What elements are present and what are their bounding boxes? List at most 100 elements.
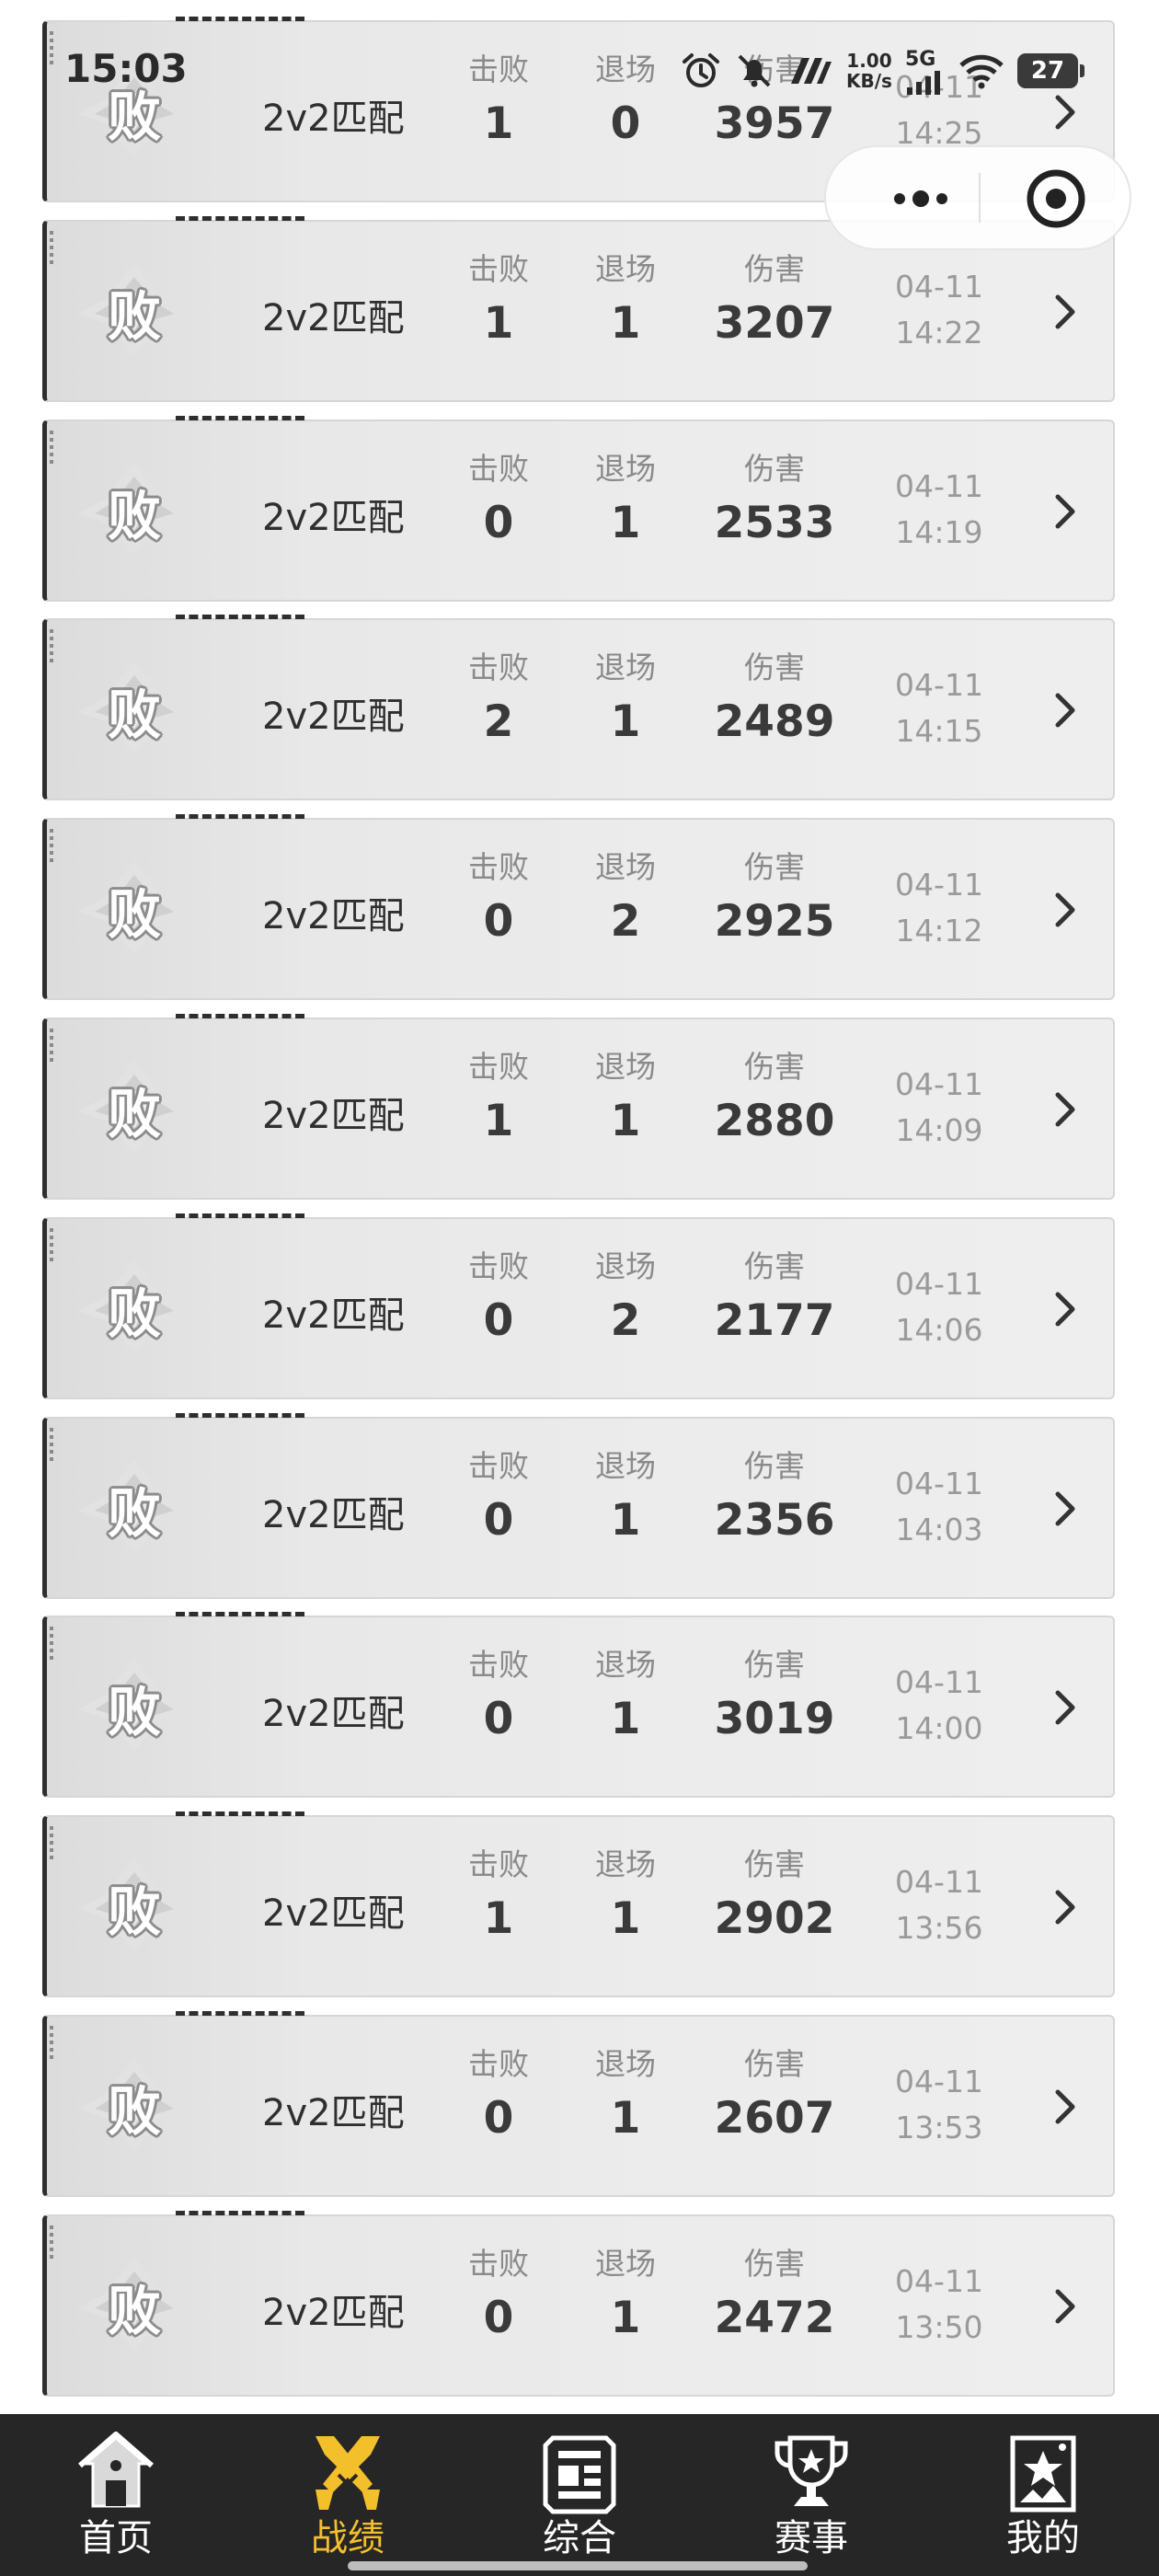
- nav-tab-3[interactable]: 综合: [464, 2414, 695, 2576]
- chevron-right-icon: [1055, 2089, 1075, 2124]
- match-record-card[interactable]: 败 2v2匹配 击败 0 退场 2 伤害 2925 04-11 14:12: [42, 814, 1115, 1000]
- chevron-right-icon: [1055, 95, 1075, 130]
- result-text: 败: [107, 883, 161, 946]
- stat-label: 击败: [468, 1448, 529, 1484]
- profile-card-icon: [1002, 2429, 1084, 2517]
- home-indicator[interactable]: [348, 2561, 808, 2570]
- match-record-list[interactable]: 败2v2匹配击败1退场0伤害395704-1114:25败2v2匹配击败1退场1…: [0, 0, 1159, 2414]
- detail-arrow[interactable]: [1053, 293, 1077, 330]
- result-text: 败: [107, 684, 161, 746]
- game-mode: 2v2匹配: [262, 895, 405, 937]
- stat-kills: 击败 1: [425, 1845, 572, 1951]
- chevron-right-icon: [1055, 1292, 1075, 1327]
- stat-label: 伤害: [744, 1248, 805, 1284]
- match-record-card[interactable]: 败 2v2匹配 击败 0 退场 1 伤害 2607 04-11 13:53: [42, 2011, 1115, 2197]
- match-record-card[interactable]: 败 2v2匹配 击败 0 退场 1 伤害 3019 04-11 14:00: [42, 1612, 1115, 1798]
- more-options-button[interactable]: [870, 147, 971, 248]
- stat-exits: 退场 1: [552, 1446, 699, 1553]
- nav-tab-4[interactable]: 赛事: [695, 2414, 927, 2576]
- card-stripe-decoration: [50, 827, 53, 862]
- result-badge: 败: [75, 2053, 194, 2155]
- result-badge: 败: [75, 1256, 194, 1357]
- card-dash-decoration: [176, 814, 304, 819]
- detail-arrow[interactable]: [1053, 1689, 1077, 1726]
- stat-label: 击败: [468, 52, 529, 87]
- match-record-card[interactable]: 败 2v2匹配 击败 0 退场 2 伤害 2177 04-11 14:06: [42, 1213, 1115, 1399]
- stat-kills: 击败 0: [425, 847, 572, 954]
- chevron-right-icon: [1055, 2289, 1075, 2324]
- game-mode: 2v2匹配: [262, 2292, 405, 2334]
- card-stripe-decoration: [50, 1226, 53, 1261]
- stat-exits: 退场 1: [552, 2244, 699, 2351]
- card-stripe-decoration: [50, 229, 53, 264]
- stat-label: 击败: [468, 1049, 529, 1085]
- miniprogram-capsule: [824, 145, 1131, 250]
- detail-arrow[interactable]: [1053, 493, 1077, 530]
- card-dash-decoration: [176, 1811, 304, 1816]
- stat-value: 0: [483, 1495, 514, 1546]
- card-stripe-decoration: [50, 2224, 53, 2259]
- game-mode: 2v2匹配: [262, 297, 405, 339]
- nav-tab-2[interactable]: 战绩: [232, 2414, 464, 2576]
- detail-arrow[interactable]: [1053, 2088, 1077, 2125]
- stat-value: 0: [610, 98, 641, 149]
- detail-arrow[interactable]: [1053, 1889, 1077, 1926]
- stat-value: 0: [483, 1295, 514, 1346]
- stat-exits: 退场 1: [552, 1047, 699, 1154]
- stat-value: 1: [483, 98, 514, 149]
- stat-kills: 击败 1: [425, 249, 572, 356]
- stat-damage: 伤害 3019: [701, 1645, 848, 1752]
- chevron-right-icon: [1055, 294, 1075, 329]
- stat-exits: 退场 1: [552, 1845, 699, 1951]
- stat-kills: 击败 0: [425, 449, 572, 556]
- match-time: 14:09: [895, 1112, 983, 1148]
- stat-exits: 退场 0: [552, 50, 699, 156]
- match-datetime: 04-11 13:53: [875, 2059, 1004, 2151]
- stat-damage: 伤害 2902: [701, 1845, 848, 1951]
- stat-label: 伤害: [744, 451, 805, 487]
- chevron-right-icon: [1055, 892, 1075, 927]
- detail-arrow[interactable]: [1053, 94, 1077, 131]
- nav-tab-5[interactable]: 我的: [927, 2414, 1159, 2576]
- crossed-swords-icon: [306, 2429, 389, 2517]
- close-miniprogram-button[interactable]: [988, 147, 1124, 248]
- match-record-card[interactable]: 败 2v2匹配 击败 2 退场 1 伤害 2489 04-11 14:15: [42, 615, 1115, 800]
- match-record-card[interactable]: 败 2v2匹配 击败 1 退场 1 伤害 2902 04-11 13:56: [42, 1811, 1115, 1997]
- stat-value: 1: [610, 1495, 641, 1546]
- nav-tab-1[interactable]: 首页: [0, 2414, 232, 2576]
- card-stripe-decoration: [50, 1426, 53, 1461]
- stat-value: 2489: [714, 696, 835, 747]
- match-time: 13:50: [895, 2309, 983, 2345]
- stat-value: 2533: [714, 498, 835, 548]
- detail-arrow[interactable]: [1053, 2288, 1077, 2325]
- game-mode: 2v2匹配: [262, 2092, 405, 2134]
- detail-arrow[interactable]: [1053, 891, 1077, 928]
- battery-indicator: 27: [1016, 53, 1084, 88]
- detail-arrow[interactable]: [1053, 1091, 1077, 1128]
- result-text: 败: [107, 1282, 161, 1345]
- stat-value: 2: [610, 1295, 641, 1346]
- stat-value: 2472: [714, 2293, 835, 2343]
- match-record-card[interactable]: 败 2v2匹配 击败 0 退场 1 伤害 2472 04-11 13:50: [42, 2211, 1115, 2397]
- stat-damage: 伤害 2925: [701, 847, 848, 954]
- detail-arrow[interactable]: [1053, 1291, 1077, 1328]
- stat-label: 击败: [468, 849, 529, 885]
- match-record-card[interactable]: 败 2v2匹配 击败 0 退场 1 伤害 2533 04-11 14:19: [42, 416, 1115, 602]
- nav-tab-label: 战绩: [311, 2517, 384, 2559]
- stat-value: 3957: [714, 98, 835, 149]
- detail-arrow[interactable]: [1053, 1490, 1077, 1527]
- nav-tab-label: 赛事: [775, 2517, 848, 2559]
- detail-arrow[interactable]: [1053, 692, 1077, 729]
- match-record-card[interactable]: 败 2v2匹配 击败 1 退场 1 伤害 2880 04-11 14:09: [42, 1014, 1115, 1200]
- stat-exits: 退场 1: [552, 1645, 699, 1752]
- stat-value: 2607: [714, 2093, 835, 2144]
- stat-damage: 伤害 2607: [701, 2044, 848, 2151]
- result-badge: 败: [75, 657, 194, 758]
- nav-tab-label: 首页: [79, 2517, 153, 2559]
- stat-exits: 退场 1: [552, 648, 699, 754]
- game-mode: 2v2匹配: [262, 1294, 405, 1337]
- match-record-card[interactable]: 败 2v2匹配 击败 0 退场 1 伤害 2356 04-11 14:03: [42, 1413, 1115, 1599]
- stat-label: 退场: [595, 52, 656, 87]
- stat-label: 击败: [468, 1846, 529, 1882]
- stat-label: 击败: [468, 1647, 529, 1683]
